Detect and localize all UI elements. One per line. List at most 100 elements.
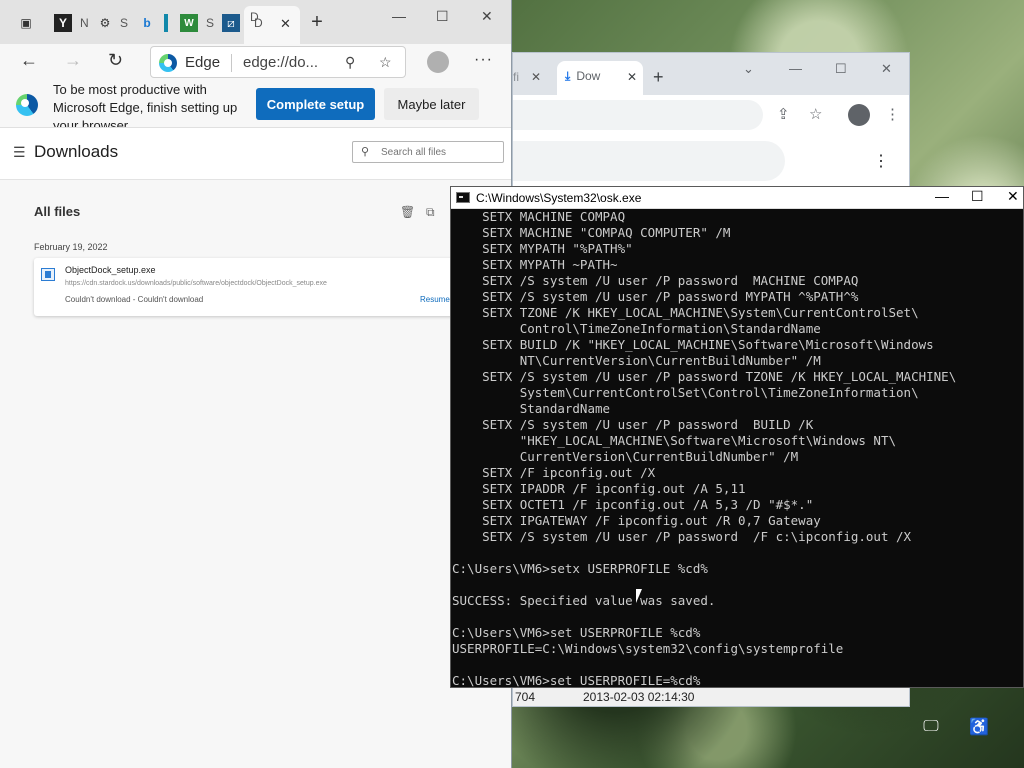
- downloads-body: All files 🗑 ⧉ February 19, 2022 ObjectDo…: [0, 180, 511, 768]
- bookmark-star-icon[interactable]: ☆: [809, 105, 822, 123]
- maximize-button[interactable]: ☐: [835, 61, 847, 77]
- share-icon[interactable]: ⇪: [777, 105, 790, 123]
- search-input[interactable]: [381, 145, 499, 159]
- display-switch-icon[interactable]: 🖵: [920, 716, 942, 738]
- edge-tab-strip: ▣ Y N ⚙ S b W S ⧄ D ✕ D + — ☐ ✕: [0, 0, 511, 44]
- status-datetime: 2013-02-03 02:14:30: [583, 690, 695, 704]
- yammer-icon[interactable]: Y: [54, 14, 72, 32]
- page-title: Downloads: [34, 142, 119, 161]
- menu-icon[interactable]: ☰: [13, 144, 26, 161]
- edge-window[interactable]: ▣ Y N ⚙ S b W S ⧄ D ✕ D + — ☐ ✕ ← → ↻ Ed…: [0, 0, 512, 768]
- new-tab-button[interactable]: +: [653, 67, 664, 88]
- chrome-toolbar: ⇪ ☆ ⋮: [513, 95, 909, 135]
- minimize-button[interactable]: —: [935, 188, 949, 204]
- banner-message: To be most productive with Microsoft Edg…: [53, 82, 238, 128]
- complete-setup-button[interactable]: Complete setup: [256, 88, 375, 120]
- bing-icon[interactable]: b: [138, 14, 156, 32]
- tab-search-icon[interactable]: ⌄: [743, 61, 754, 77]
- chrome-address-bar[interactable]: [513, 100, 763, 130]
- edge-logo-icon: [16, 94, 38, 116]
- console-line: SETX IPGATEWAY /F ipconfig.out /R 0,7 Ga…: [452, 513, 821, 528]
- more-menu-icon[interactable]: ⋮: [885, 105, 900, 123]
- minimize-button[interactable]: —: [789, 61, 802, 76]
- console-line: SETX /S system /U user /P password TZONE…: [452, 369, 957, 384]
- file-icon: [41, 268, 55, 281]
- chrome-tab-downloads[interactable]: ⤓ Dow ✕: [557, 61, 643, 95]
- console-line: SETX /F ipconfig.out /X: [452, 465, 656, 480]
- status-id: 704: [515, 690, 536, 704]
- settings-icon[interactable]: ⚙: [96, 14, 114, 32]
- console-line: SETX OCTET1 /F ipconfig.out /A 5,3 /D "#…: [452, 497, 814, 512]
- trash-icon[interactable]: 🗑: [400, 205, 415, 219]
- minimize-button[interactable]: —: [392, 8, 406, 24]
- close-window-button[interactable]: ✕: [481, 8, 493, 25]
- status-bar: 704 2013-02-03 02:14:30: [513, 686, 909, 706]
- console-line: StandardName: [452, 401, 611, 416]
- more-menu-icon[interactable]: ···: [474, 51, 493, 69]
- console-line: SETX /S system /U user /P password MACHI…: [452, 273, 859, 288]
- chrome-downloads-search[interactable]: [513, 141, 785, 181]
- resume-link[interactable]: Resume: [420, 295, 450, 304]
- console-title-bar[interactable]: C:\Windows\System32\osk.exe — ☐ ✕: [451, 187, 1023, 209]
- console-line: SUCCESS: Specified value was saved.: [452, 593, 716, 608]
- close-icon[interactable]: ✕: [280, 16, 291, 32]
- console-line: SETX TZONE /K HKEY_LOCAL_MACHINE\System\…: [452, 305, 919, 320]
- console-window[interactable]: C:\Windows\System32\osk.exe — ☐ ✕ SETX M…: [450, 186, 1024, 688]
- console-line: SETX /S system /U user /P password MYPAT…: [452, 289, 859, 304]
- cmd-icon: [456, 192, 470, 203]
- tab-label: N: [80, 16, 89, 30]
- profile-avatar[interactable]: [848, 104, 870, 126]
- stardock-icon[interactable]: ⧄: [222, 14, 240, 32]
- open-folder-icon[interactable]: ⧉: [426, 205, 435, 220]
- tab-label: S: [120, 16, 129, 30]
- chrome-tab-label: Dow: [576, 69, 601, 83]
- close-window-button[interactable]: ✕: [881, 61, 892, 77]
- downloads-search[interactable]: ⚲: [352, 141, 504, 163]
- close-icon[interactable]: ✕: [531, 70, 541, 84]
- accessibility-icon[interactable]: ♿: [968, 716, 990, 738]
- maybe-later-button[interactable]: Maybe later: [384, 88, 479, 120]
- console-line: C:\Users\VM6>set USERPROFILE=%cd%: [452, 673, 701, 687]
- file-name[interactable]: ObjectDock_setup.exe: [65, 265, 156, 275]
- profile-avatar[interactable]: [427, 51, 449, 73]
- console-line: SETX BUILD /K "HKEY_LOCAL_MACHINE\Softwa…: [452, 337, 934, 352]
- console-line: USERPROFILE=C:\Windows\system32\config\s…: [452, 641, 844, 656]
- console-line: SETX /S system /U user /P password /F c:…: [452, 529, 912, 544]
- address-bar[interactable]: Edge edge://do... ⚲ ☆: [150, 46, 406, 78]
- date-group-label: February 19, 2022: [34, 242, 108, 252]
- downloads-more-icon[interactable]: ⋮: [873, 151, 889, 171]
- back-arrow-icon[interactable]: ←: [20, 50, 38, 71]
- add-favorite-icon[interactable]: ☆: [379, 54, 392, 71]
- download-item[interactable]: ObjectDock_setup.exe https://cdn.stardoc…: [34, 258, 464, 316]
- refresh-icon[interactable]: ↻: [108, 50, 123, 71]
- address-url[interactable]: edge://do...: [243, 54, 318, 71]
- console-line: "HKEY_LOCAL_MACHINE\Software\Microsoft\W…: [452, 433, 897, 448]
- close-icon[interactable]: ✕: [627, 70, 637, 84]
- forward-arrow-icon: →: [64, 50, 82, 70]
- wn-icon[interactable]: W: [180, 14, 198, 32]
- maximize-button[interactable]: ☐: [436, 8, 449, 25]
- close-window-button[interactable]: ✕: [1007, 188, 1019, 205]
- console-output[interactable]: SETX MACHINE COMPAQ SETX MACHINE "COMPAQ…: [451, 209, 1023, 687]
- chrome-tab-partial[interactable]: fi ✕: [513, 61, 551, 95]
- tab-actions-icon[interactable]: ▣: [17, 14, 35, 32]
- zoom-icon[interactable]: ⚲: [345, 54, 355, 71]
- address-divider: [231, 54, 232, 72]
- console-line: SETX /S system /U user /P password BUILD…: [452, 417, 814, 432]
- console-line: NT\CurrentVersion\CurrentBuildNumber" /M: [452, 353, 821, 368]
- new-tab-button[interactable]: +: [308, 11, 326, 33]
- console-line: System\CurrentControlSet\Control\TimeZon…: [452, 385, 919, 400]
- console-line: SETX MYPATH "%PATH%": [452, 241, 633, 256]
- maximize-button[interactable]: ☐: [971, 188, 984, 205]
- console-line: SETX IPADDR /F ipconfig.out /A 5,11: [452, 481, 746, 496]
- console-line: C:\Users\VM6>set USERPROFILE %cd%: [452, 625, 701, 640]
- edge-toolbar: ← → ↻ Edge edge://do... ⚲ ☆ ···: [0, 44, 511, 80]
- stardock-tab-letter: D: [250, 10, 259, 24]
- tab-separator-icon: [164, 14, 168, 32]
- download-icon: ⤓: [565, 69, 571, 83]
- chrome-tab-partial-label: fi: [513, 70, 519, 84]
